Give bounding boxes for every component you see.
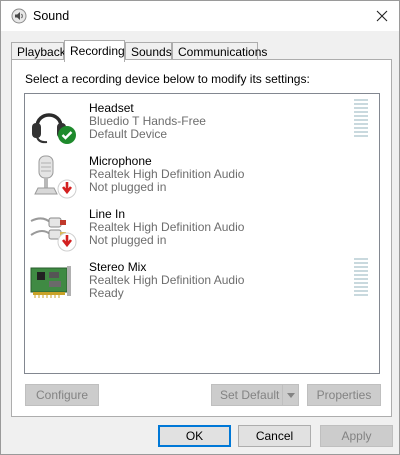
tab-recording[interactable]: Recording xyxy=(64,40,125,62)
level-meter xyxy=(354,258,368,298)
tab-communications[interactable]: Communications xyxy=(172,42,267,60)
set-default-dropdown[interactable] xyxy=(282,385,298,405)
default-check-icon xyxy=(58,126,76,144)
configure-button[interactable]: Configure xyxy=(25,384,99,406)
device-list[interactable]: Headset Bluedio T Hands-Free Default Dev… xyxy=(24,93,380,374)
device-row-stereo-mix[interactable]: Stereo Mix Realtek High Definition Audio… xyxy=(25,258,379,310)
headset-icon xyxy=(32,113,76,144)
set-default-label: Set Default xyxy=(220,388,280,402)
device-row-microphone[interactable]: Microphone Realtek High Definition Audio… xyxy=(25,152,379,204)
title-bar[interactable]: Sound xyxy=(1,1,399,31)
unplugged-arrow-icon xyxy=(57,179,77,199)
device-description: Realtek High Definition Audio xyxy=(89,220,245,234)
speaker-icon xyxy=(11,8,27,24)
window-title: Sound xyxy=(33,9,70,23)
microphone-icon xyxy=(34,155,77,199)
level-meter xyxy=(354,99,368,139)
close-icon xyxy=(376,10,388,22)
unplugged-arrow-icon xyxy=(57,232,77,252)
set-default-button[interactable]: Set Default xyxy=(211,384,299,406)
apply-button[interactable]: Apply xyxy=(320,425,393,447)
ok-button[interactable]: OK xyxy=(158,425,231,447)
instructions-text: Select a recording device below to modif… xyxy=(25,72,310,86)
device-status: Not plugged in xyxy=(89,233,167,247)
chevron-down-icon xyxy=(286,392,295,398)
tab-sounds[interactable]: Sounds xyxy=(125,42,172,60)
sound-card-icon xyxy=(30,266,71,298)
device-status: Not plugged in xyxy=(89,180,167,194)
device-row-headset[interactable]: Headset Bluedio T Hands-Free Default Dev… xyxy=(25,99,379,151)
device-name: Headset xyxy=(89,101,134,115)
device-status: Ready xyxy=(89,286,124,300)
device-row-line-in[interactable]: Line In Realtek High Definition Audio No… xyxy=(25,205,379,257)
device-description: Realtek High Definition Audio xyxy=(89,167,245,181)
device-name: Stereo Mix xyxy=(89,260,147,274)
tab-playback[interactable]: Playback xyxy=(11,42,66,60)
device-status: Default Device xyxy=(89,127,168,141)
recording-panel: Select a recording device below to modif… xyxy=(11,59,392,417)
cancel-button[interactable]: Cancel xyxy=(238,425,311,447)
device-name: Microphone xyxy=(89,154,152,168)
device-name: Line In xyxy=(89,207,126,221)
close-button[interactable] xyxy=(365,1,399,31)
device-description: Bluedio T Hands-Free xyxy=(89,114,206,128)
line-in-icon xyxy=(30,217,77,252)
properties-button[interactable]: Properties xyxy=(307,384,381,406)
device-description: Realtek High Definition Audio xyxy=(89,273,245,287)
sound-dialog: Sound Playback Recording Sounds Communic… xyxy=(0,0,400,455)
